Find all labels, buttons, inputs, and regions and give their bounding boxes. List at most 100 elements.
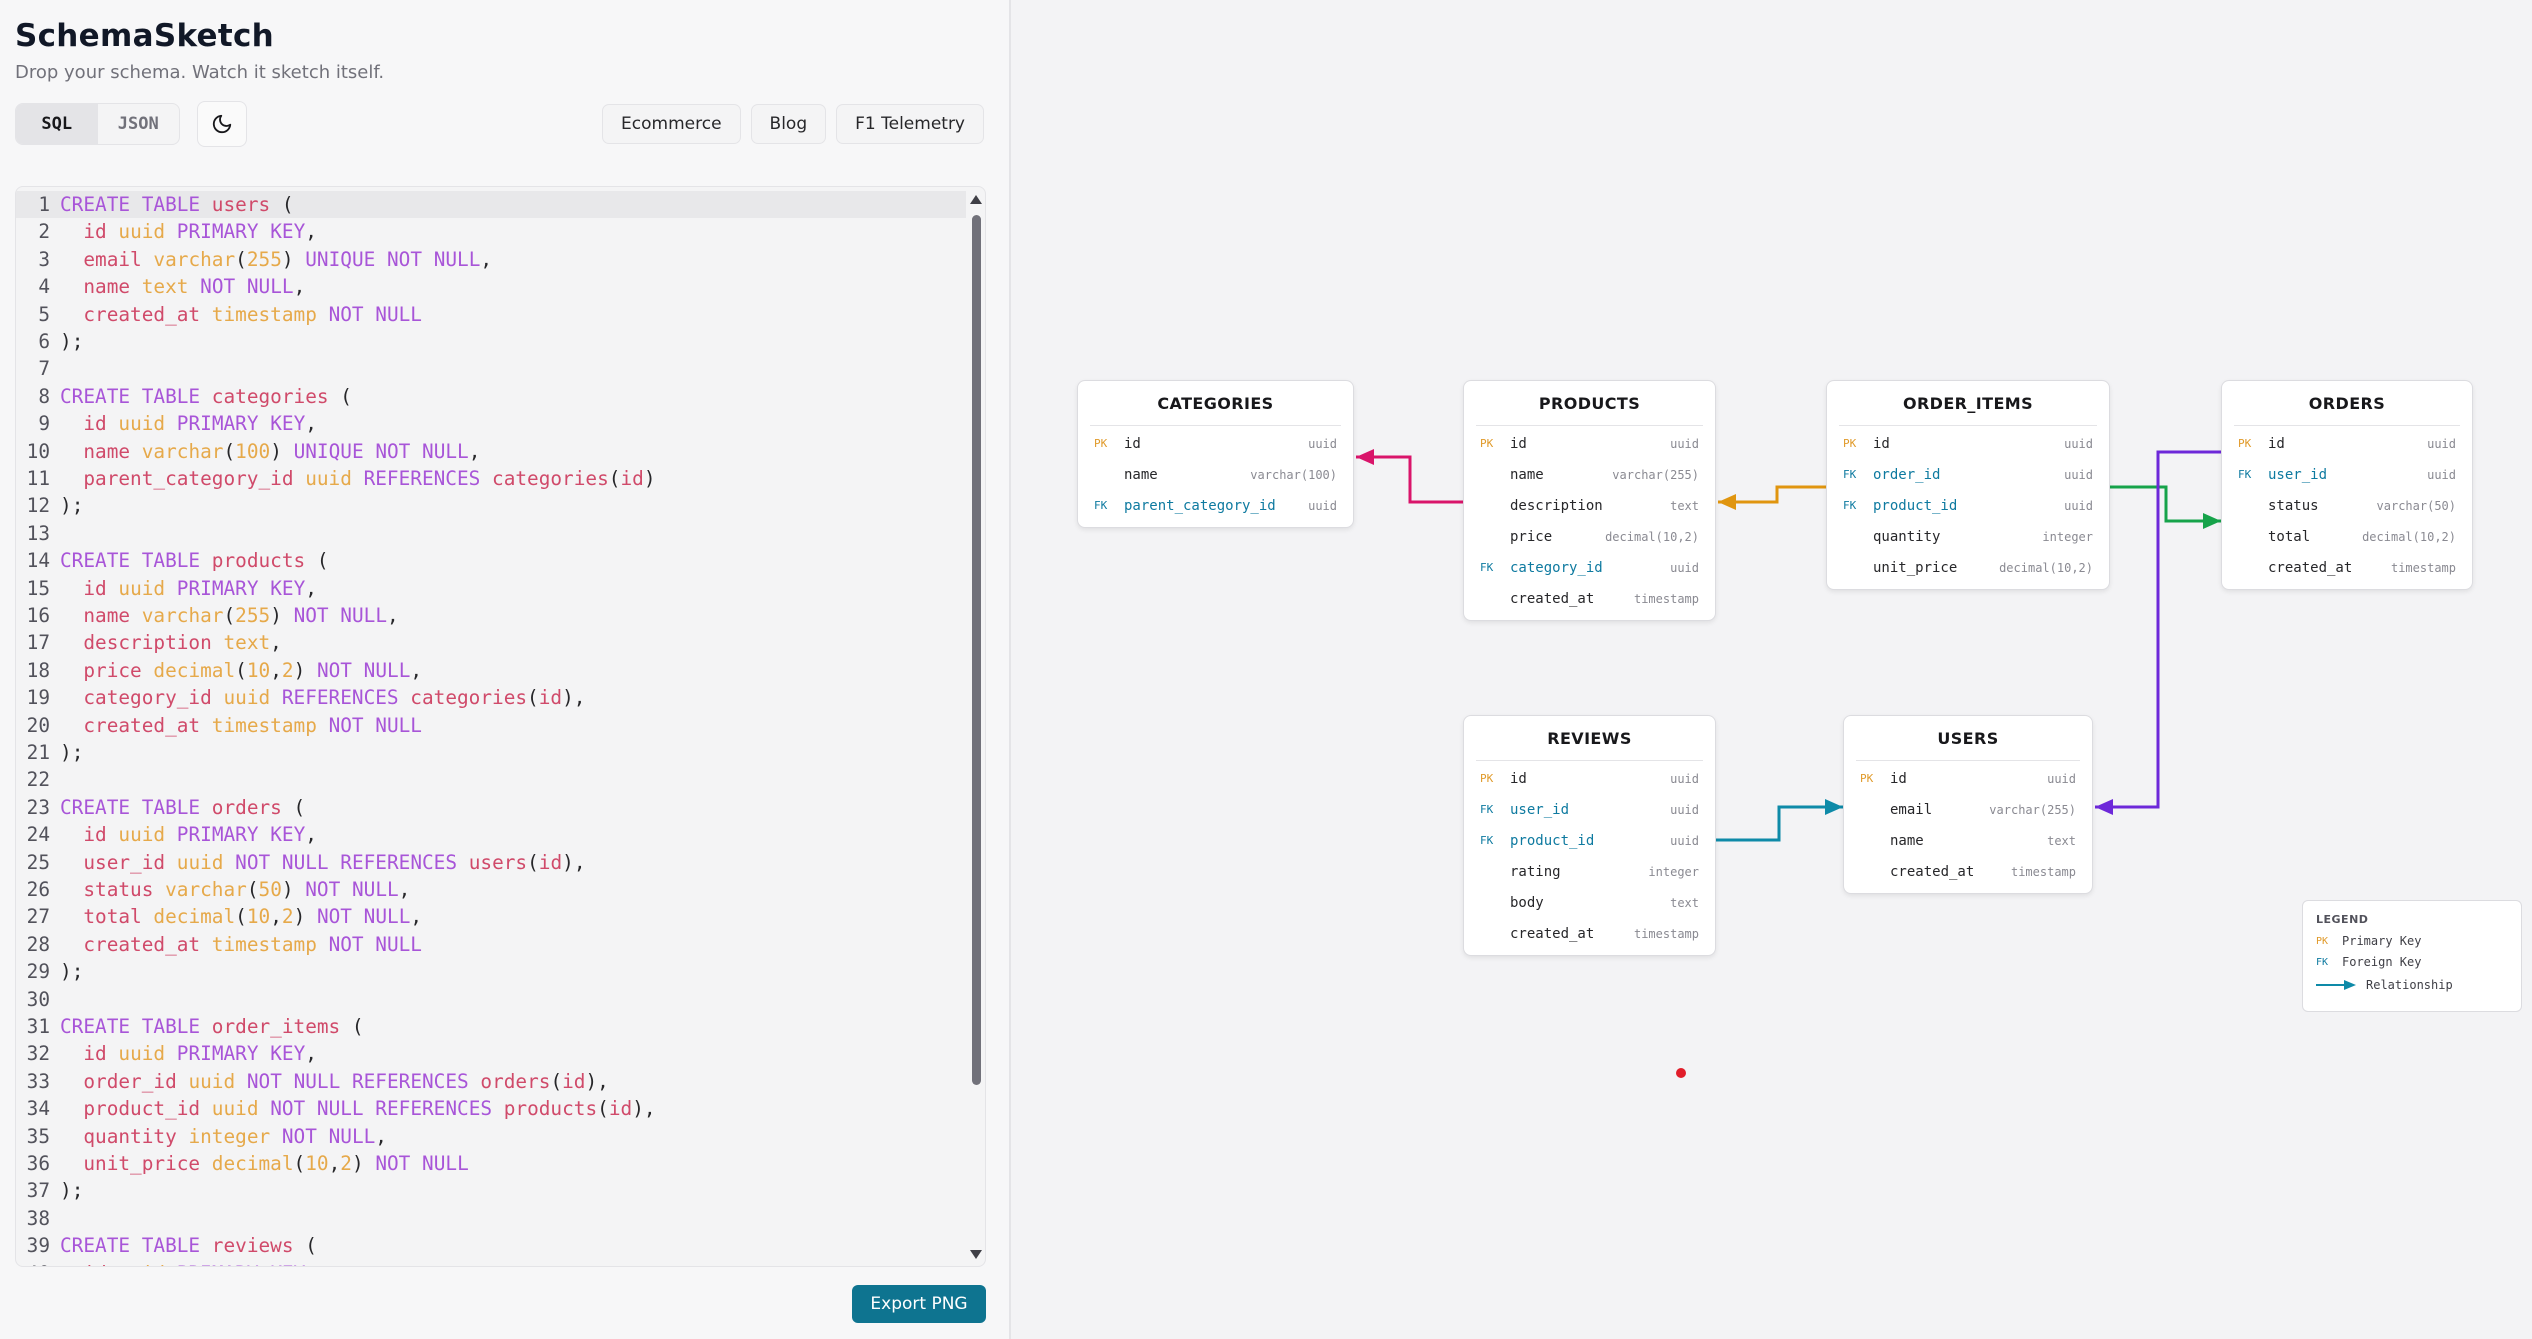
line-number: 36 <box>26 1152 50 1175</box>
line-number: 20 <box>26 713 50 737</box>
code-text: CREATE TABLE reviews ( <box>60 1234 317 1258</box>
line-number: 39 <box>26 1234 50 1258</box>
line-number: 14 <box>26 549 50 573</box>
code-line[interactable]: 16 name varchar(255) NOT NULL, <box>16 602 966 629</box>
code-text: created_at timestamp NOT NULL <box>83 302 422 326</box>
code-line[interactable]: 1 CREATE TABLE users ( <box>16 191 966 219</box>
code-line[interactable]: 2 id uuid PRIMARY KEY, <box>16 218 966 245</box>
field-name: id <box>1510 770 1527 787</box>
line-number: 26 <box>26 878 50 901</box>
line-number: 23 <box>26 795 50 819</box>
code-line[interactable]: 33 order_id uuid NOT NULL REFERENCES ord… <box>16 1068 966 1095</box>
code-line[interactable]: 34 product_id uuid NOT NULL REFERENCES p… <box>16 1095 966 1122</box>
code-line[interactable]: 40 id uuid PRIMARY KEY, <box>16 1260 966 1266</box>
code-line[interactable]: 14 CREATE TABLE products ( <box>16 547 966 574</box>
scroll-up-arrow-icon[interactable] <box>970 195 982 204</box>
entity-users[interactable]: USERS PK id uuid email varchar(255) name text cr… <box>1843 715 2093 894</box>
field-key-badge: FK <box>2238 468 2252 481</box>
code-text: CREATE TABLE products ( <box>60 549 329 573</box>
relationship-arrowhead <box>2095 799 2113 815</box>
code-line[interactable]: 17 description text, <box>16 629 966 656</box>
code-line[interactable]: 28 created_at timestamp NOT NULL <box>16 931 966 958</box>
field-type: timestamp <box>1633 926 1699 941</box>
json-mode-button[interactable]: JSON <box>98 104 180 144</box>
code-line[interactable]: 39 CREATE TABLE reviews ( <box>16 1232 966 1259</box>
diagram-canvas[interactable]: LEGEND PK Primary Key FK Foreign Key Rel… <box>1011 0 2532 1339</box>
code-line[interactable]: 9 id uuid PRIMARY KEY, <box>16 410 966 437</box>
line-number: 30 <box>26 987 50 1011</box>
code-line[interactable]: 31 CREATE TABLE order_items ( <box>16 1013 966 1040</box>
relationship-arrowhead <box>1825 799 1843 815</box>
line-number: 33 <box>26 1069 50 1093</box>
editor-scrollbar[interactable] <box>969 191 983 1263</box>
code-line[interactable]: 23 CREATE TABLE orders ( <box>16 794 966 821</box>
code-line[interactable]: 27 total decimal(10,2) NOT NULL, <box>16 903 966 930</box>
code-line[interactable]: 25 user_id uuid NOT NULL REFERENCES user… <box>16 849 966 876</box>
field-type: varchar(255) <box>1989 802 2076 817</box>
field-type: timestamp <box>2390 560 2456 575</box>
code-line[interactable]: 26 status varchar(50) NOT NULL, <box>16 876 966 903</box>
theme-toggle-button[interactable] <box>197 101 247 147</box>
code-line[interactable]: 11 parent_category_id uuid REFERENCES ca… <box>16 465 966 492</box>
code-text: category_id uuid REFERENCES categories(i… <box>83 686 586 710</box>
entity-categories[interactable]: CATEGORIES PK id uuid name varchar(100) FK pare… <box>1077 380 1354 528</box>
code-line[interactable]: 37); <box>16 1177 966 1204</box>
field-name: product_id <box>1873 497 1958 514</box>
line-number: 17 <box>26 631 50 655</box>
field-name: name <box>1510 466 1544 483</box>
code-line[interactable]: 10 name varchar(100) UNIQUE NOT NULL, <box>16 438 966 465</box>
code-line[interactable]: 3 email varchar(255) UNIQUE NOT NULL, <box>16 246 966 273</box>
code-line[interactable]: 6); <box>16 328 966 355</box>
code-line[interactable]: 5 created_at timestamp NOT NULL <box>16 301 966 328</box>
code-line[interactable]: 20 created_at timestamp NOT NULL <box>16 712 966 739</box>
line-number: 15 <box>26 576 50 600</box>
entity-orders[interactable]: ORDERS PK id uuid FK user_id uuid status varchar… <box>2221 380 2473 590</box>
code-line[interactable]: 15 id uuid PRIMARY KEY, <box>16 575 966 602</box>
code-line[interactable]: 8 CREATE TABLE categories ( <box>16 383 966 410</box>
field-type: uuid <box>2427 467 2456 482</box>
red-marker-dot <box>1676 1068 1686 1078</box>
code-line[interactable]: 12); <box>16 492 966 519</box>
code-line[interactable]: 38 <box>16 1205 966 1232</box>
code-line[interactable]: 4 name text NOT NULL, <box>16 273 966 300</box>
relationship-arrow-icon <box>2316 980 2356 990</box>
example-blog-button[interactable]: Blog <box>750 104 827 144</box>
entity-reviews[interactable]: REVIEWS PK id uuid FK user_id uuid FK product_id… <box>1463 715 1716 956</box>
code-line[interactable]: 24 id uuid PRIMARY KEY, <box>16 821 966 848</box>
field-name: body <box>1510 894 1544 911</box>
legend-pk-badge: PK <box>2316 935 2329 947</box>
legend-fk-row: FK Foreign Key <box>2316 955 2421 969</box>
code-line[interactable]: 29); <box>16 958 966 985</box>
example-ecommerce-button[interactable]: Ecommerce <box>602 104 741 144</box>
code-line[interactable]: 32 id uuid PRIMARY KEY, <box>16 1040 966 1067</box>
scrollbar-thumb[interactable] <box>972 215 981 1085</box>
sql-editor[interactable]: 40 id uuid PRIMARY KEY, 39 CREATE TABLE re… <box>15 186 986 1267</box>
export-png-button[interactable]: Export PNG <box>852 1285 986 1323</box>
legend-rel-row: Relationship <box>2316 978 2453 992</box>
code-line[interactable]: 22 <box>16 766 966 793</box>
field-type: uuid <box>1670 802 1699 817</box>
code-text: quantity integer NOT NULL, <box>83 1124 387 1148</box>
code-line[interactable]: 13 <box>16 520 966 547</box>
entity-order_items[interactable]: ORDER_ITEMS PK id uuid FK order_id uuid FK produ… <box>1826 380 2110 590</box>
code-line[interactable]: 36 unit_price decimal(10,2) NOT NULL <box>16 1150 966 1177</box>
code-line[interactable]: 19 category_id uuid REFERENCES categorie… <box>16 684 966 711</box>
code-line[interactable]: 35 quantity integer NOT NULL, <box>16 1123 966 1150</box>
example-f1-telemetry-button[interactable]: F1 Telemetry <box>836 104 984 144</box>
code-line[interactable]: 7 <box>16 355 966 382</box>
sql-mode-button[interactable]: SQL <box>16 104 98 144</box>
field-name: id <box>2268 435 2285 452</box>
app-title: SchemaSketch <box>15 18 275 54</box>
entity-products[interactable]: PRODUCTS PK id uuid name varchar(255) descript… <box>1463 380 1716 621</box>
entity-divider <box>1839 425 2097 426</box>
entity-field: FK category_id uuid <box>1464 552 1715 583</box>
code-line[interactable]: 30 <box>16 986 966 1013</box>
entity-title: REVIEWS <box>1547 728 1632 748</box>
scroll-down-arrow-icon[interactable] <box>970 1250 982 1259</box>
code-line[interactable]: 21); <box>16 739 966 766</box>
legend: LEGEND PK Primary Key FK Foreign Key Rel… <box>2302 900 2522 1012</box>
field-type: uuid <box>1670 833 1699 848</box>
code-text: name text NOT NULL, <box>83 275 306 299</box>
code-text: ); <box>60 1179 84 1203</box>
code-line[interactable]: 18 price decimal(10,2) NOT NULL, <box>16 657 966 684</box>
